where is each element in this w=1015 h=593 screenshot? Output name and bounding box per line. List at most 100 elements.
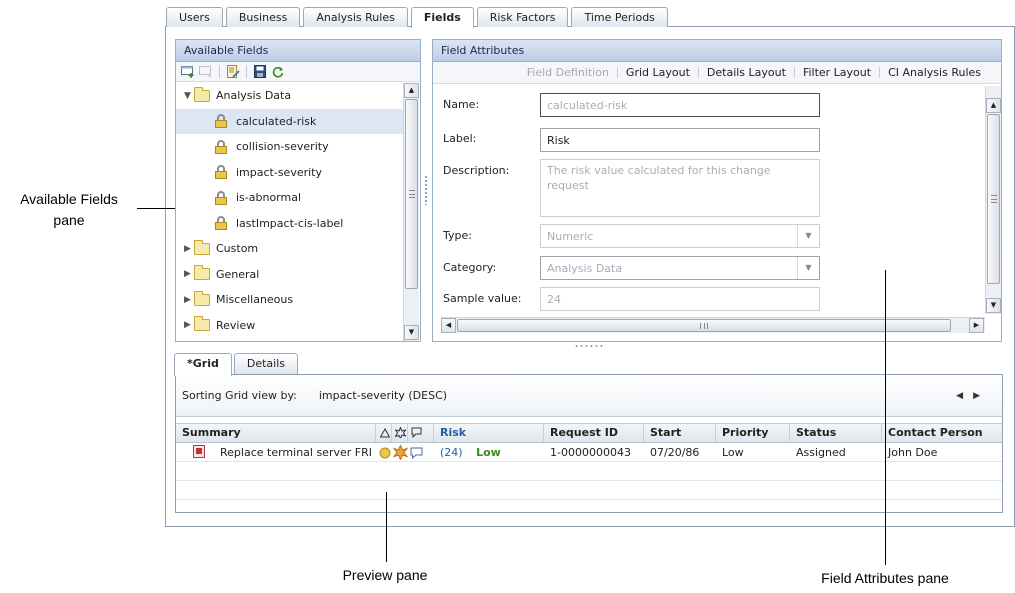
available-fields-pane: Available Fields ▼ Analysis Data calcula…: [175, 39, 421, 342]
risk-value-link[interactable]: (24): [440, 446, 463, 459]
nav-left-icon[interactable]: ◀: [956, 391, 973, 401]
sample-value-field[interactable]: 24: [540, 287, 820, 311]
contact-cell: John Doe: [888, 446, 938, 459]
tree-item-label: lastImpact-cis-label: [236, 216, 344, 230]
preview-pane: Sorting Grid view by: impact-severity (D…: [175, 374, 1003, 513]
collapsed-arrow-icon[interactable]: ▶: [184, 320, 194, 330]
collapsed-arrow-icon[interactable]: ▶: [184, 269, 194, 279]
tab-risk-factors[interactable]: Risk Factors: [476, 7, 569, 27]
field-attributes-subtabs: Field Definition Grid Layout Details Lay…: [433, 62, 1001, 84]
request-type-icon: [192, 445, 206, 458]
type-select[interactable]: Numeric ▼: [540, 224, 820, 248]
toolbar-separator: [219, 65, 220, 78]
scroll-thumb[interactable]: [987, 114, 1000, 284]
field-attributes-pane: Field Attributes Field Definition Grid L…: [432, 39, 1002, 342]
scroll-right-icon[interactable]: ▶: [969, 318, 984, 333]
name-label: Name:: [443, 98, 480, 111]
tab-analysis-rules[interactable]: Analysis Rules: [303, 7, 408, 27]
tab-business[interactable]: Business: [225, 7, 301, 27]
tree-field-collision-severity[interactable]: collision-severity: [176, 134, 404, 160]
column-header-priority[interactable]: Priority: [716, 424, 790, 442]
refresh-icon[interactable]: [271, 65, 285, 78]
form-vertical-scrollbar[interactable]: ▲ ▼: [985, 86, 1001, 314]
subtab-details-layout[interactable]: Details Layout: [699, 66, 794, 79]
tree-item-label: calculated-risk: [236, 114, 317, 128]
callout-available-fields: Available Fields pane: [20, 191, 118, 228]
tree-field-impact-severity[interactable]: impact-severity: [176, 160, 404, 186]
horizontal-scroll-thumb[interactable]: [457, 319, 951, 332]
nav-right-icon[interactable]: ▶: [973, 391, 990, 401]
table-row: [176, 463, 1002, 481]
collapsed-arrow-icon[interactable]: ▶: [184, 244, 194, 254]
scroll-thumb[interactable]: [405, 99, 418, 289]
tree-folder-analysis-data[interactable]: ▼ Analysis Data: [176, 83, 404, 109]
fields-tree: ▼ Analysis Data calculated-risk collisio…: [176, 83, 404, 341]
risk-cell: (24) Low: [434, 444, 544, 462]
expanded-arrow-icon[interactable]: ▼: [184, 91, 194, 101]
save-icon[interactable]: [253, 65, 267, 78]
tree-folder-general[interactable]: ▶ General: [176, 262, 404, 288]
dropdown-arrow-icon[interactable]: ▼: [797, 257, 819, 279]
scroll-left-icon[interactable]: ◀: [441, 318, 456, 333]
form-horizontal-scrollbar[interactable]: ◀ ▶: [441, 317, 985, 333]
tree-scrollbar[interactable]: ▲ ▼: [403, 83, 419, 341]
type-select-value: Numeric: [547, 230, 594, 243]
subtab-filter-layout[interactable]: Filter Layout: [795, 66, 879, 79]
description-field[interactable]: The risk value calculated for this chang…: [540, 159, 820, 217]
scroll-up-icon[interactable]: ▲: [986, 98, 1001, 113]
collapsed-arrow-icon[interactable]: ▶: [184, 295, 194, 305]
preview-tab-bar: *Grid Details: [174, 353, 300, 376]
callout-line-preview: [386, 492, 387, 562]
subtab-grid-layout[interactable]: Grid Layout: [618, 66, 698, 79]
tab-fields[interactable]: Fields: [410, 7, 474, 28]
callout-field-attributes: Field Attributes pane: [821, 570, 949, 586]
table-row[interactable]: Replace terminal server FRI (24) Low 1-0…: [176, 444, 1002, 462]
lock-icon: [214, 216, 230, 231]
tab-grid[interactable]: *Grid: [174, 353, 232, 376]
lock-icon: [214, 165, 230, 180]
toolbar-separator: [246, 65, 247, 78]
new-field-icon[interactable]: [181, 65, 195, 78]
lock-icon: [214, 190, 230, 205]
category-select[interactable]: Analysis Data ▼: [540, 256, 820, 280]
name-field[interactable]: calculated-risk: [540, 93, 820, 117]
warning-column-icon[interactable]: [376, 424, 392, 442]
column-header-start[interactable]: Start: [644, 424, 716, 442]
sort-value: impact-severity (DESC): [318, 389, 448, 402]
callout-preview: Preview pane: [342, 567, 428, 583]
tree-field-calculated-risk[interactable]: calculated-risk: [176, 108, 404, 134]
column-header-contact-person[interactable]: Contact Person: [882, 424, 1002, 442]
tree-field-lastimpact-cis-label[interactable]: lastImpact-cis-label: [176, 211, 404, 237]
comment-column-icon[interactable]: [408, 424, 434, 442]
tab-time-periods[interactable]: Time Periods: [571, 7, 668, 27]
subtab-ci-analysis-rules[interactable]: CI Analysis Rules: [880, 66, 989, 79]
risk-level-badge: Low: [476, 446, 501, 459]
tree-field-is-abnormal[interactable]: is-abnormal: [176, 185, 404, 211]
tab-users[interactable]: Users: [166, 7, 223, 27]
column-header-summary[interactable]: Summary: [176, 424, 376, 442]
scroll-down-icon[interactable]: ▼: [404, 325, 419, 340]
tree-item-label: General: [216, 267, 260, 281]
tree-item-label: Review: [216, 318, 256, 332]
tree-folder-custom[interactable]: ▶ Custom: [176, 236, 404, 262]
subtab-field-definition[interactable]: Field Definition: [519, 66, 617, 79]
tree-folder-miscellaneous[interactable]: ▶ Miscellaneous: [176, 287, 404, 313]
tab-details[interactable]: Details: [233, 353, 298, 374]
scroll-down-icon[interactable]: ▼: [986, 298, 1001, 313]
summary-cell: Replace terminal server FRI: [192, 444, 378, 462]
tree-folder-review[interactable]: ▶ Review: [176, 313, 404, 339]
category-label: Category:: [443, 261, 497, 274]
column-header-request-id[interactable]: Request ID: [544, 424, 644, 442]
folder-icon: [194, 316, 210, 332]
label-field[interactable]: Risk: [540, 128, 820, 152]
scroll-up-icon[interactable]: ▲: [404, 83, 419, 98]
edit-icon[interactable]: [226, 65, 240, 78]
horizontal-splitter-handle[interactable]: [574, 344, 604, 348]
column-header-status[interactable]: Status: [790, 424, 882, 442]
sample-value-label: Sample value:: [443, 292, 522, 305]
column-header-risk[interactable]: Risk: [434, 424, 544, 442]
dropdown-arrow-icon[interactable]: ▼: [797, 225, 819, 247]
collision-column-icon[interactable]: [392, 424, 408, 442]
table-row: [176, 482, 1002, 500]
vertical-splitter-handle[interactable]: [424, 175, 428, 205]
